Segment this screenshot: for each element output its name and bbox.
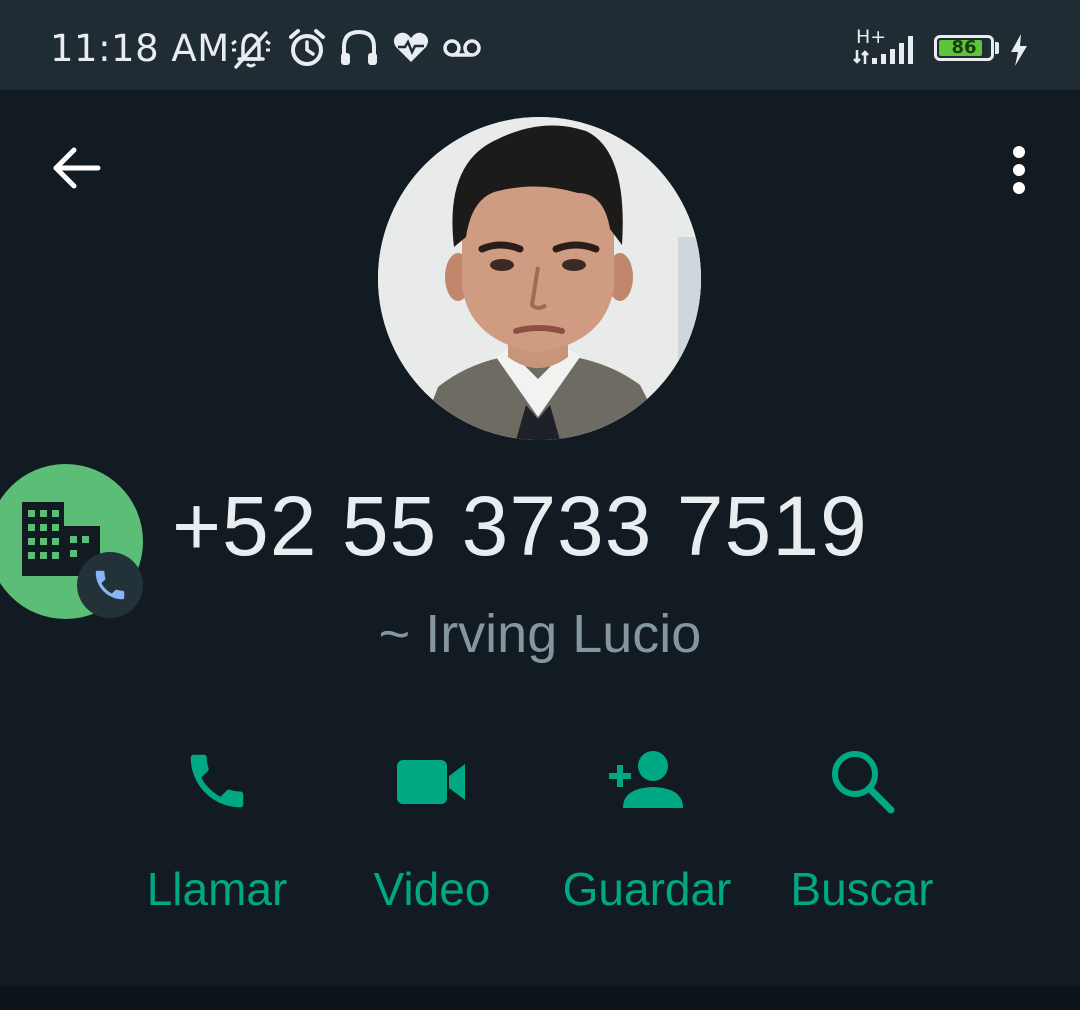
profile-photo xyxy=(378,117,701,440)
video-camera-icon xyxy=(397,760,465,804)
more-options-button[interactable] xyxy=(994,138,1044,202)
more-vertical-icon xyxy=(1013,146,1025,194)
phone-badge-icon xyxy=(95,570,125,600)
section-divider xyxy=(0,986,1080,1010)
search-icon xyxy=(832,751,895,814)
save-contact-button-label: Guardar xyxy=(562,863,732,915)
back-button[interactable] xyxy=(46,138,106,198)
status-time: 11:18 AM xyxy=(50,27,230,70)
data-arrows-icon xyxy=(853,50,869,64)
headphones-icon xyxy=(341,29,377,65)
contact-phone-number: +52 55 3733 7519 xyxy=(172,479,868,573)
health-icon xyxy=(393,32,429,62)
alarm-icon xyxy=(289,29,325,66)
search-button-label: Buscar xyxy=(790,863,934,915)
battery-tip xyxy=(995,42,999,54)
battery-level: 86 xyxy=(951,37,977,58)
arrow-left-icon xyxy=(53,147,101,189)
status-bar: 11:18 AM H+ 86 xyxy=(0,0,1080,90)
video-call-button[interactable]: Video xyxy=(337,740,527,930)
contact-avatar[interactable] xyxy=(378,117,701,440)
call-button-label: Llamar xyxy=(146,863,288,915)
call-button[interactable]: Llamar xyxy=(122,740,312,930)
muted-notifications-icon xyxy=(231,31,271,69)
add-contact-icon xyxy=(609,751,683,808)
phone-icon xyxy=(190,754,244,808)
charging-bolt-icon xyxy=(1011,34,1027,66)
video-call-button-label: Video xyxy=(373,863,491,915)
signal-strength-icon xyxy=(872,36,913,64)
contact-push-name: ~ Irving Lucio xyxy=(378,604,702,664)
save-contact-button[interactable]: Guardar xyxy=(552,740,742,930)
search-button[interactable]: Buscar xyxy=(767,740,957,930)
voicemail-icon xyxy=(443,39,481,57)
